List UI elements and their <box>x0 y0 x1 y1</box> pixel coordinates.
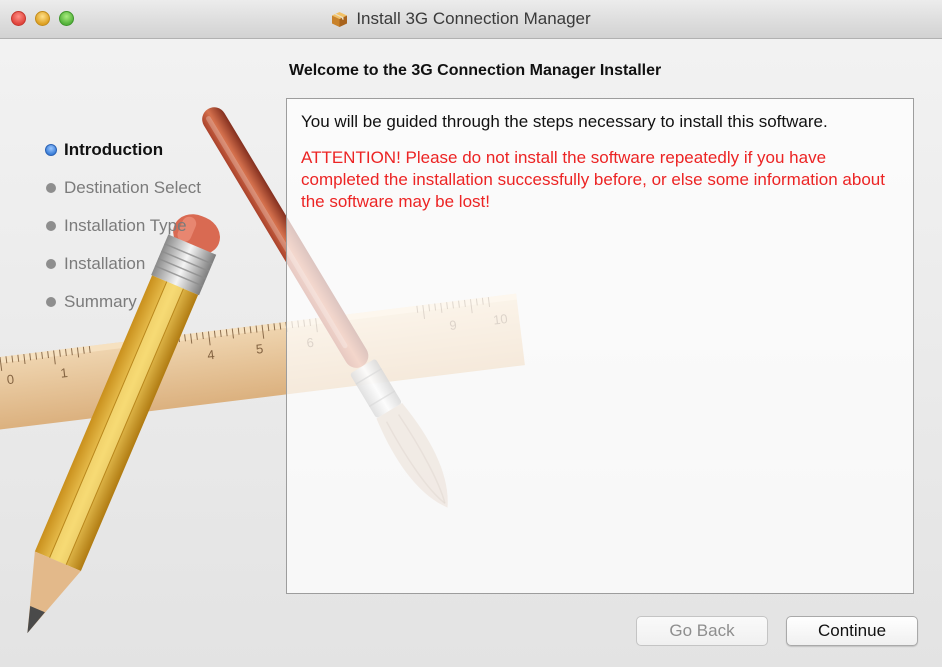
step-destination-select: Destination Select <box>46 169 201 207</box>
introduction-text-panel[interactable]: You will be guided through the steps nec… <box>286 98 914 594</box>
step-indicator-active-icon <box>45 144 57 156</box>
window-title-text: Install 3G Connection Manager <box>356 9 591 28</box>
step-label: Installation Type <box>64 216 187 235</box>
go-back-button[interactable]: Go Back <box>636 616 768 646</box>
installer-steps-sidebar: Introduction Destination Select Installa… <box>45 131 201 321</box>
title-bar[interactable]: Install 3G Connection Manager <box>0 0 942 39</box>
step-introduction: Introduction <box>45 131 201 169</box>
package-icon <box>332 11 348 27</box>
installer-window: Install 3G Connection Manager 0 1 4 5 We… <box>0 0 942 667</box>
step-label: Introduction <box>64 140 164 159</box>
step-summary: Summary <box>46 283 201 321</box>
step-label: Summary <box>64 292 137 311</box>
window-title: Install 3G Connection Manager <box>0 0 942 38</box>
step-installation-type: Installation Type <box>46 207 201 245</box>
step-installation: Installation <box>46 245 201 283</box>
page-heading: Welcome to the 3G Connection Manager Ins… <box>289 62 662 79</box>
installer-content: 0 1 4 5 6 9 10 <box>0 39 942 667</box>
step-label: Destination Select <box>64 178 202 197</box>
step-indicator-icon <box>46 297 56 307</box>
intro-paragraph: You will be guided through the steps nec… <box>301 112 828 131</box>
step-label: Installation <box>64 254 146 273</box>
continue-button[interactable]: Continue <box>786 616 918 646</box>
step-indicator-icon <box>46 183 56 193</box>
warning-paragraph: ATTENTION! Please do not install the sof… <box>301 148 885 211</box>
step-indicator-icon <box>46 221 56 231</box>
step-indicator-icon <box>46 259 56 269</box>
